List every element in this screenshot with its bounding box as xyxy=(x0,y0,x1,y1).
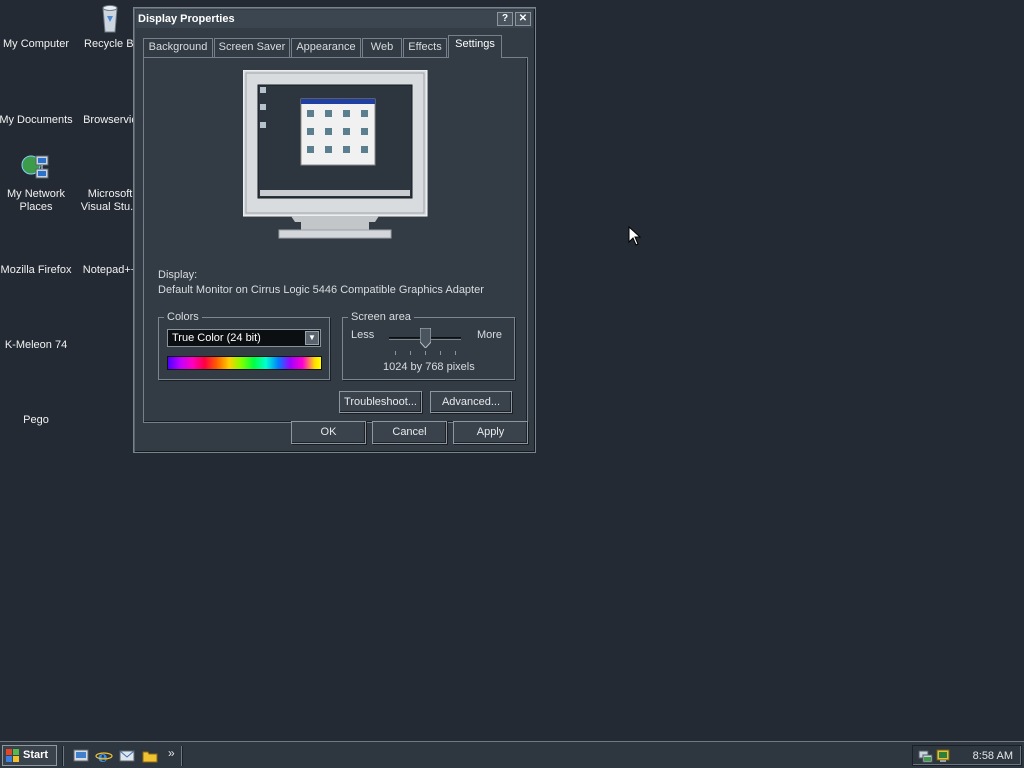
desktop-icon-label: My Computer xyxy=(2,38,70,50)
screen-area-groupbox: Screen area Less More 1024 by 768 pixels xyxy=(342,311,515,380)
dialog-titlebar[interactable]: Display Properties ? ✕ xyxy=(136,10,533,28)
desktop-icon-firefox[interactable]: Mozilla Firefox xyxy=(0,264,74,277)
desktop-icon-my-documents[interactable]: My Documents xyxy=(0,114,74,127)
slider-tick xyxy=(455,351,456,355)
colors-selected-value: True Color (24 bit) xyxy=(172,332,261,344)
display-properties-dialog: Display Properties ? ✕ Background Screen… xyxy=(133,7,536,453)
taskbar-separator xyxy=(62,746,64,766)
tab-settings[interactable]: Settings xyxy=(448,35,502,58)
desktop-icon-label: Mozilla Firefox xyxy=(0,264,72,276)
cancel-button[interactable]: Cancel xyxy=(372,421,447,444)
desktop-icon-label: My Network Places xyxy=(6,188,66,213)
slider-tick xyxy=(395,351,396,355)
colors-legend: Colors xyxy=(164,311,202,323)
desktop-icon-label: Notepad++ xyxy=(82,264,138,276)
desktop-icon-label: Recycle Bi xyxy=(84,38,136,50)
color-spectrum-bar xyxy=(167,356,322,370)
svg-text:e: e xyxy=(98,748,108,765)
network-tray-icon[interactable] xyxy=(917,748,933,764)
taskbar: Start e » 8:58 AM xyxy=(0,741,1024,768)
apply-button[interactable]: Apply xyxy=(453,421,528,444)
slider-tick xyxy=(425,351,426,355)
desktop-icon-label: K-Meleon 74 xyxy=(4,339,68,351)
advanced-button[interactable]: Advanced... xyxy=(430,391,512,413)
settings-panel: Display: Default Monitor on Cirrus Logic… xyxy=(143,57,528,423)
taskbar-clock[interactable]: 8:58 AM xyxy=(973,750,1013,762)
desktop-icon-label: Pego xyxy=(23,414,49,426)
start-button[interactable]: Start xyxy=(2,745,57,766)
monitor-preview-icon xyxy=(243,70,428,239)
show-desktop-icon[interactable] xyxy=(72,747,90,765)
close-button[interactable]: ✕ xyxy=(515,12,531,26)
screen-area-legend: Screen area xyxy=(348,311,414,323)
ok-button[interactable]: OK xyxy=(291,421,366,444)
more-label: More xyxy=(476,329,502,341)
troubleshoot-button[interactable]: Troubleshoot... xyxy=(339,391,422,413)
desktop-icon-label: Browservic xyxy=(83,114,137,126)
monitor-tray-icon[interactable] xyxy=(935,748,951,764)
screen-area-slider-thumb[interactable] xyxy=(419,328,431,348)
start-label: Start xyxy=(23,749,49,761)
slider-tick xyxy=(410,351,411,355)
tab-web[interactable]: Web xyxy=(362,38,402,57)
desktop-icon-network-places[interactable]: My Network Places xyxy=(0,152,74,214)
slider-tick xyxy=(440,351,441,355)
help-button[interactable]: ? xyxy=(497,12,513,26)
tab-appearance[interactable]: Appearance xyxy=(291,38,361,57)
display-adapter-value: Default Monitor on Cirrus Logic 5446 Com… xyxy=(158,284,484,296)
desktop-icon-pego[interactable]: Pego xyxy=(0,414,74,427)
desktop-icon-kmeleon[interactable]: K-Meleon 74 xyxy=(0,339,74,352)
less-label: Less xyxy=(351,329,375,341)
quick-launch-more-chevron[interactable]: » xyxy=(168,746,175,760)
dialog-title: Display Properties xyxy=(138,13,235,25)
colors-groupbox: Colors True Color (24 bit) ▼ xyxy=(158,311,330,380)
colors-dropdown[interactable]: True Color (24 bit) ▼ xyxy=(167,329,321,347)
mouse-cursor-icon xyxy=(628,226,642,246)
network-places-icon xyxy=(21,155,49,179)
desktop-icon-my-computer[interactable]: My Computer xyxy=(0,2,74,51)
tab-background[interactable]: Background xyxy=(143,38,213,57)
chevron-down-icon[interactable]: ▼ xyxy=(305,331,319,345)
resolution-text: 1024 by 768 pixels xyxy=(383,361,475,373)
system-tray: 8:58 AM xyxy=(912,745,1022,766)
recycle-bin-icon xyxy=(102,5,118,33)
desktop-icon-label: My Documents xyxy=(0,114,73,126)
outlook-icon[interactable] xyxy=(118,747,136,765)
tab-effects[interactable]: Effects xyxy=(403,38,447,57)
internet-explorer-icon[interactable]: e xyxy=(95,747,113,765)
explorer-icon[interactable] xyxy=(141,747,159,765)
taskbar-separator xyxy=(181,746,183,766)
tab-screen-saver[interactable]: Screen Saver xyxy=(214,38,290,57)
display-label: Display: xyxy=(158,269,198,281)
windows-logo-icon xyxy=(6,749,19,762)
desktop-icon-label: Microsoft Visual Stu... xyxy=(80,188,140,213)
